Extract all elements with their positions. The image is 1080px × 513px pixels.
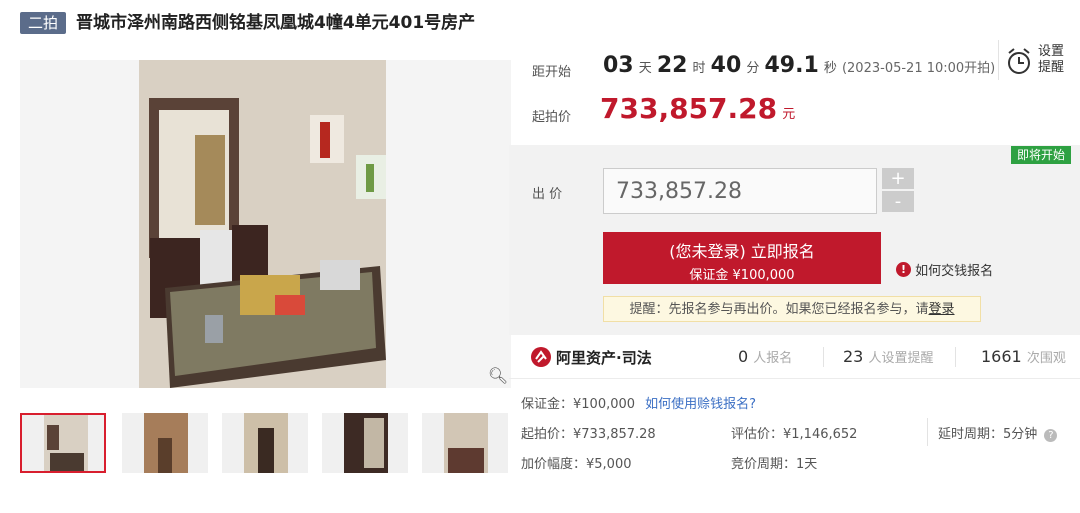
detail-increment: 加价幅度：¥5,000 bbox=[521, 457, 632, 472]
thumbnail-3[interactable] bbox=[222, 413, 308, 473]
main-photo-image bbox=[20, 60, 511, 388]
thumbnail-4-image bbox=[322, 413, 408, 473]
status-badge: 即将开始 bbox=[1011, 146, 1071, 164]
start-time-note: (2023-05-21 10:00开拍) bbox=[841, 61, 996, 76]
bid-label: 出 价 bbox=[532, 187, 563, 202]
detail-delay: 延时周期：5分钟 ? bbox=[938, 423, 1058, 442]
views-count: 1661 bbox=[981, 347, 1022, 366]
increase-bid-button[interactable]: + bbox=[882, 168, 914, 189]
login-reminder-text: 提醒：先报名参与再出价。如果您已经报名参与，请 bbox=[629, 302, 929, 317]
round-badge: 二拍 bbox=[20, 12, 66, 34]
reminders-stat: 23 人设置提醒 bbox=[843, 347, 933, 366]
countdown-minutes-unit: 分 bbox=[746, 61, 760, 76]
views-stat: 1661 次围观 bbox=[981, 347, 1066, 366]
platform-logo bbox=[530, 346, 552, 372]
countdown-label: 距开始 bbox=[532, 65, 572, 80]
countdown-minutes: 40 bbox=[710, 53, 742, 78]
countdown-days-unit: 天 bbox=[638, 61, 652, 76]
platform-name: 阿里资产·司法 bbox=[556, 349, 652, 367]
start-price: 733,857.28 元 bbox=[600, 92, 795, 125]
countdown-hours: 22 bbox=[656, 53, 688, 78]
deposit-help-link[interactable]: 如何使用赊钱报名? bbox=[645, 397, 756, 412]
thumbnail-4[interactable] bbox=[322, 413, 408, 473]
countdown-hours-unit: 时 bbox=[692, 61, 706, 76]
thumbnail-5-image bbox=[422, 413, 508, 473]
countdown-seconds: 49.1 bbox=[764, 53, 819, 78]
login-reminder: 提醒：先报名参与再出价。如果您已经报名参与，请登录 bbox=[603, 296, 981, 322]
start-price-unit: 元 bbox=[782, 107, 796, 122]
deposit-line: 保证金：¥100,000 如何使用赊钱报名? bbox=[521, 393, 756, 412]
set-reminder-line2: 提醒 bbox=[1038, 60, 1065, 75]
ali-assets-logo-icon bbox=[531, 347, 551, 367]
decrease-bid-button[interactable]: - bbox=[882, 191, 914, 212]
details-divider bbox=[509, 378, 1080, 379]
help-icon[interactable]: ? bbox=[1044, 429, 1058, 442]
views-label: 次围观 bbox=[1026, 351, 1066, 366]
deposit-text: 保证金：¥100,000 bbox=[521, 397, 636, 412]
detail-cycle: 竞价周期：1天 bbox=[731, 457, 818, 472]
reminders-label: 人设置提醒 bbox=[868, 351, 934, 366]
login-link[interactable]: 登录 bbox=[929, 302, 955, 317]
page-title: 晋城市泽州南路西侧铭基凤凰城4幢4单元401号房产 bbox=[76, 13, 476, 33]
signup-deposit-label: 保证金 ¥100,000 bbox=[689, 268, 795, 283]
set-reminder-button[interactable] bbox=[1006, 47, 1032, 79]
main-photo[interactable] bbox=[20, 60, 511, 388]
detail-start-price: 起拍价：¥733,857.28 bbox=[521, 427, 656, 442]
bid-input[interactable]: 733,857.28 bbox=[603, 168, 877, 214]
signups-count: 0 bbox=[738, 347, 749, 366]
remind-divider bbox=[998, 40, 999, 80]
set-reminder-label[interactable]: 设置 提醒 bbox=[1038, 44, 1064, 76]
start-price-label: 起拍价 bbox=[532, 110, 572, 125]
signups-stat: 0 人报名 bbox=[738, 347, 792, 366]
zoom-icon[interactable]: 🔍︎ bbox=[487, 365, 509, 387]
countdown-days: 03 bbox=[603, 53, 634, 78]
thumbnail-3-image bbox=[222, 413, 308, 473]
thumbnail-2[interactable] bbox=[122, 413, 208, 473]
info-icon: ! bbox=[896, 262, 911, 277]
thumbnail-5[interactable] bbox=[422, 413, 508, 473]
start-price-value: 733,857.28 bbox=[600, 92, 778, 125]
thumbnail-2-image bbox=[122, 413, 208, 473]
signup-button-label: (您未登录) 立即报名 bbox=[669, 242, 815, 261]
thumbnail-1-image bbox=[22, 415, 104, 471]
reminders-count: 23 bbox=[843, 347, 864, 366]
detail-delay-text: 延时周期：5分钟 bbox=[938, 427, 1038, 442]
countdown-seconds-unit: 秒 bbox=[823, 61, 837, 76]
stat-divider bbox=[823, 347, 824, 367]
set-reminder-line1: 设置 bbox=[1038, 44, 1065, 59]
stat-divider bbox=[955, 347, 956, 367]
thumbnail-1[interactable] bbox=[20, 413, 106, 473]
offline-signup-help-link[interactable]: ! 如何交钱报名 bbox=[896, 260, 993, 279]
countdown: 03 天 22 时 40 分 49.1 秒 (2023-05-21 10:00开… bbox=[603, 53, 995, 78]
detail-divider bbox=[927, 418, 928, 446]
signups-label: 人报名 bbox=[753, 351, 793, 366]
alarm-clock-icon bbox=[1008, 48, 1030, 74]
signup-button[interactable]: (您未登录) 立即报名 保证金 ¥100,000 bbox=[603, 232, 881, 284]
detail-appraisal: 评估价：¥1,146,652 bbox=[731, 427, 858, 442]
offline-signup-help-text: 如何交钱报名 bbox=[915, 264, 994, 279]
